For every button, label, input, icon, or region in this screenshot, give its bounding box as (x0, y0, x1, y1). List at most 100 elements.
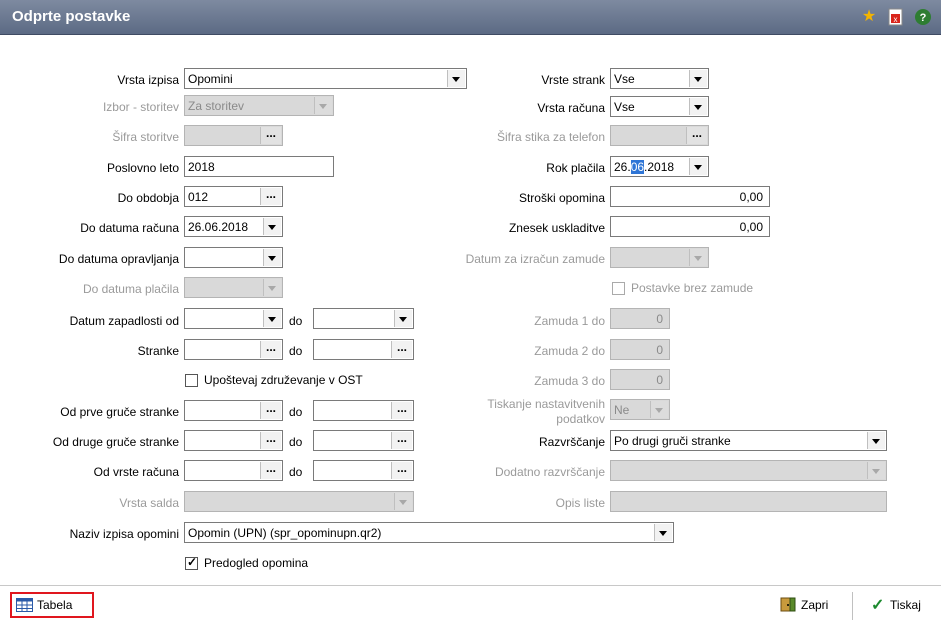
bottom-toolbar: Tabela Zapri ✓ Tiskaj (0, 585, 941, 627)
vrsta-salda-label: Vrsta salda (119, 496, 179, 510)
do-datuma-racuna-picker[interactable]: 26.06.2018 (184, 216, 283, 237)
vrsta-racuna-select[interactable]: Vse (610, 96, 709, 117)
od-prve-gruce-do[interactable]: ... (313, 400, 414, 421)
upostevaj-label: Upoštevaj združevanje v OST (204, 373, 363, 387)
vrsta-izpisa-select[interactable]: Opomini (184, 68, 467, 89)
zamuda3-input: 0 (610, 369, 670, 390)
znesek-uskladitve-input[interactable]: 0,00 (610, 216, 770, 237)
od-vrste-racuna-do[interactable]: ... (313, 460, 414, 481)
help-icon[interactable]: ? (914, 8, 932, 26)
od-prve-gruce-od[interactable]: ... (184, 400, 283, 421)
chevron-down-icon (314, 97, 332, 114)
do-label: do (289, 405, 303, 419)
vrsta-salda-select (184, 491, 414, 512)
svg-text:?: ? (920, 12, 927, 24)
izbor-storitev-label: Izbor - storitev (102, 100, 179, 114)
zamuda1-label: Zamuda 1 do (534, 314, 605, 328)
do-datuma-opravljanja-picker[interactable] (184, 247, 283, 268)
star-icon[interactable]: ★ (860, 8, 878, 26)
vrste-strank-label: Vrste strank (541, 73, 605, 87)
izbor-storitev-select: Za storitev (184, 95, 334, 116)
zamuda3-label: Zamuda 3 do (534, 374, 605, 388)
vrste-strank-select[interactable]: Vse (610, 68, 709, 89)
chevron-down-icon[interactable] (689, 70, 707, 87)
sifra-storitve-label: Šifra storitve (112, 130, 179, 144)
razvrscanje-select[interactable]: Po drugi gruči stranke (610, 430, 887, 451)
od-prve-gruce-label: Od prve gruče stranke (60, 405, 179, 419)
datum-zapadlosti-do[interactable] (313, 308, 414, 329)
ellipsis-icon[interactable]: ... (260, 341, 281, 358)
tiskaj-label: Tiskaj (890, 598, 921, 612)
ellipsis-icon: ... (260, 127, 281, 144)
od-vrste-racuna-od[interactable]: ... (184, 460, 283, 481)
do-obdobja-field[interactable]: 012... (184, 186, 283, 207)
poslovno-leto-label: Poslovno leto (106, 161, 179, 175)
do-label: do (289, 435, 303, 449)
stroski-opomina-input[interactable]: 0,00 (610, 186, 770, 207)
upostevaj-checkbox[interactable] (185, 374, 198, 387)
predogled-label: Predogled opomina (204, 556, 309, 570)
toolbar-separator (852, 592, 853, 620)
pdf-icon[interactable]: x (887, 8, 905, 26)
stranke-label: Stranke (137, 344, 179, 358)
window-title: Odprte postavke (12, 8, 131, 25)
chevron-down-icon (650, 401, 668, 418)
stroski-opomina-label: Stroški opomina (518, 191, 605, 205)
dodatno-razvrscanje-select (610, 460, 887, 481)
ellipsis-icon[interactable]: ... (391, 341, 412, 358)
tabela-label: Tabela (37, 598, 73, 612)
ellipsis-icon[interactable]: ... (260, 462, 281, 479)
stranke-od[interactable]: ... (184, 339, 283, 360)
razvrscanje-label: Razvrščanje (538, 435, 605, 449)
chevron-down-icon[interactable] (689, 98, 707, 115)
chevron-down-icon[interactable] (447, 70, 465, 87)
znesek-uskladitve-label: Znesek uskladitve (508, 221, 605, 235)
do-datuma-placila-picker (184, 277, 283, 298)
ellipsis-icon[interactable]: ... (260, 402, 281, 419)
opis-liste-label: Opis liste (555, 496, 605, 510)
od-druge-gruce-do[interactable]: ... (313, 430, 414, 451)
tiskanje-label-line2: podatkov (556, 412, 605, 426)
opis-liste-input (610, 491, 887, 512)
rok-placila-label: Rok plačila (546, 161, 605, 175)
stranke-do[interactable]: ... (313, 339, 414, 360)
od-vrste-racuna-label: Od vrste računa (93, 465, 179, 479)
ellipsis-icon[interactable]: ... (260, 432, 281, 449)
chevron-down-icon (689, 249, 707, 266)
chevron-down-icon[interactable] (263, 249, 281, 266)
rok-placila-picker[interactable]: 26.06.2018 (610, 156, 709, 177)
chevron-down-icon[interactable] (689, 158, 707, 175)
predogled-checkbox[interactable]: ✓ (185, 555, 198, 570)
sifra-storitve-field: ... (184, 125, 283, 146)
postavke-brez-checkbox (612, 282, 625, 295)
chevron-down-icon[interactable] (654, 524, 672, 541)
chevron-down-icon[interactable] (263, 310, 281, 327)
dialog-window: Odprte postavke ★ x ? Vrsta izpisa Opomi… (0, 0, 941, 627)
vrsta-racuna-label: Vrsta računa (537, 101, 605, 115)
poslovno-leto-input[interactable]: 2018 (184, 156, 334, 177)
datum-zamude-picker (610, 247, 709, 268)
chevron-down-icon[interactable] (867, 432, 885, 449)
ellipsis-icon[interactable]: ... (260, 188, 281, 205)
od-druge-gruce-od[interactable]: ... (184, 430, 283, 451)
chevron-down-icon[interactable] (394, 310, 412, 327)
chevron-down-icon[interactable] (263, 218, 281, 235)
do-datuma-racuna-label: Do datuma računa (80, 221, 179, 235)
ellipsis-icon[interactable]: ... (391, 432, 412, 449)
od-druge-gruce-label: Od druge gruče stranke (52, 435, 179, 449)
ellipsis-icon: ... (686, 127, 707, 144)
dodatno-razvrscanje-label: Dodatno razvrščanje (494, 465, 605, 479)
zamuda1-input: 0 (610, 308, 670, 329)
checkmark-icon: ✓ (871, 597, 885, 614)
postavke-brez-label: Postavke brez zamude (631, 281, 754, 295)
check-icon: ✓ (187, 555, 198, 569)
tabela-button[interactable]: Tabela (10, 592, 94, 618)
naziv-izpisa-select[interactable]: Opomin (UPN) (spr_opominupn.qr2) (184, 522, 674, 543)
datum-zamude-label: Datum za izračun zamude (465, 252, 605, 266)
datum-zapadlosti-od[interactable] (184, 308, 283, 329)
ellipsis-icon[interactable]: ... (391, 462, 412, 479)
do-datuma-opravljanja-label: Do datuma opravljanja (58, 252, 179, 266)
svg-text:x: x (894, 15, 898, 24)
sifra-stika-field: ... (610, 125, 709, 146)
ellipsis-icon[interactable]: ... (391, 402, 412, 419)
